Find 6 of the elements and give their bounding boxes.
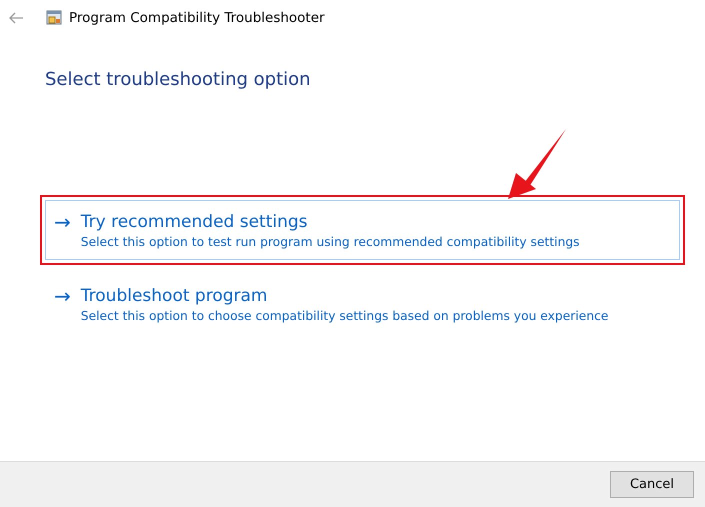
page-heading: Select troubleshooting option <box>45 69 312 90</box>
program-window-icon <box>46 10 62 26</box>
cancel-button[interactable]: Cancel <box>610 471 694 498</box>
window-title: Program Compatibility Troubleshooter <box>69 10 325 26</box>
back-arrow-icon[interactable] <box>8 12 24 24</box>
option-link[interactable]: → Try recommended settings Select this option to test run program using recommended compatibility settings <box>45 200 680 260</box>
